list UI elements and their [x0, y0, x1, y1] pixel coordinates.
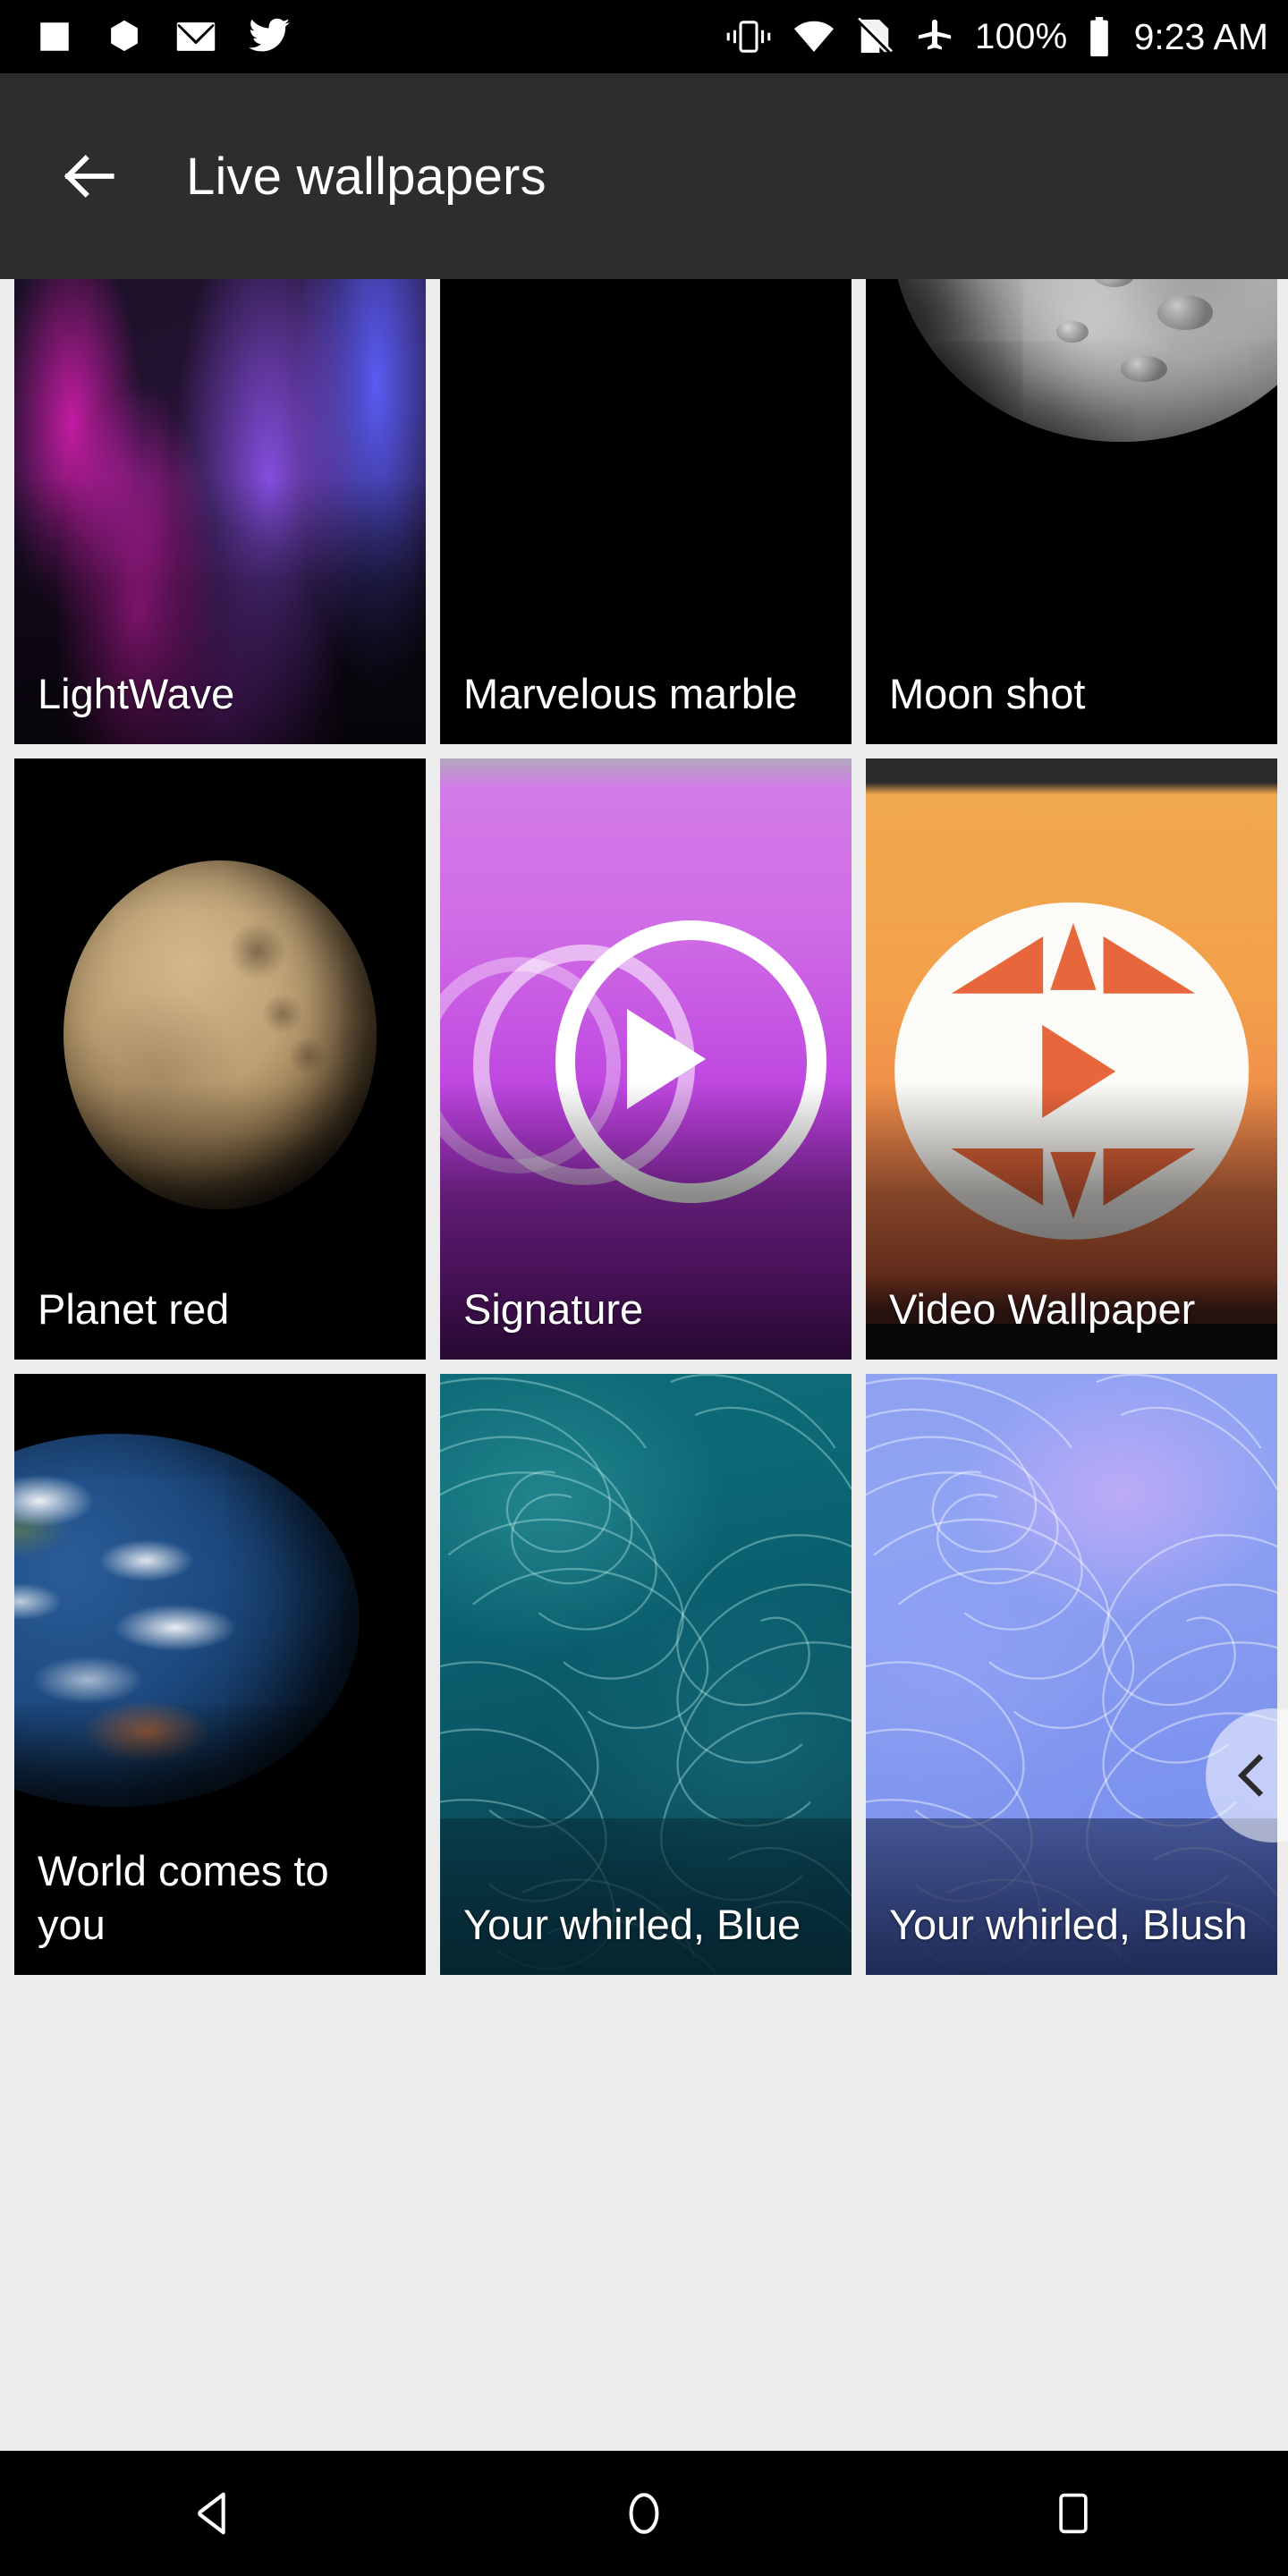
wallpaper-label: LightWave	[38, 669, 235, 717]
page-title: Live wallpapers	[186, 147, 547, 206]
wallpaper-label: Planet red	[38, 1284, 230, 1333]
photo-icon	[40, 22, 69, 51]
twitter-icon	[249, 18, 290, 52]
wallpaper-tile[interactable]: Your whirled, Blue	[440, 1374, 852, 1975]
wallpaper-label: World comes to you	[38, 1846, 329, 1948]
recents-square-icon	[1059, 2493, 1088, 2534]
grid-row: Planet red Signature Video Wallpaper	[0, 758, 1288, 1360]
wallpaper-tile[interactable]: Your whirled, Blush	[866, 1374, 1277, 1975]
wallpaper-tile[interactable]: Moon shot	[866, 279, 1277, 744]
wallpaper-tile[interactable]: LightWave	[14, 279, 426, 744]
app-toolbar: Live wallpapers	[0, 73, 1288, 279]
battery-icon	[1089, 17, 1108, 56]
nav-recents-button[interactable]	[1006, 2451, 1140, 2576]
wallpaper-tile[interactable]: Planet red	[14, 758, 426, 1360]
home-circle-icon	[629, 2493, 659, 2534]
wallpaper-label: Video Wallpaper	[889, 1284, 1196, 1333]
wallpaper-label: Moon shot	[889, 669, 1086, 717]
grid-row: LightWave Marvelous marble Moon shot	[0, 279, 1288, 744]
wallpaper-label: Your whirled, Blue	[463, 1900, 801, 1948]
system-status-icons: 100% 9:23 AM	[724, 17, 1268, 56]
navigation-bar	[0, 2451, 1288, 2576]
wallpaper-tile[interactable]: Video Wallpaper	[866, 758, 1277, 1360]
nav-home-button[interactable]	[577, 2451, 711, 2576]
wallpaper-label: Your whirled, Blush	[889, 1900, 1248, 1948]
hexagon-icon	[111, 20, 138, 52]
nav-back-button[interactable]	[148, 2451, 282, 2576]
battery-percent-label: 100%	[975, 17, 1068, 56]
wallpaper-grid[interactable]: LightWave Marvelous marble Moon shot Pla…	[0, 279, 1288, 2451]
vibrate-icon	[726, 21, 771, 53]
wallpaper-tile[interactable]: World comes to you	[14, 1374, 426, 1975]
wallpaper-thumbnail	[440, 1374, 852, 1975]
wallpaper-tile[interactable]: Marvelous marble	[440, 279, 852, 744]
status-bar: 100% 9:23 AM	[0, 0, 1288, 73]
wallpaper-label: Signature	[463, 1284, 644, 1333]
wallpaper-thumbnail	[14, 758, 426, 1360]
wallpaper-tile[interactable]: Signature	[440, 758, 852, 1360]
no-sim-icon	[857, 18, 894, 55]
back-triangle-icon	[198, 2492, 225, 2535]
wallpaper-thumbnail	[866, 1374, 1277, 1975]
airplane-mode-icon	[918, 19, 952, 50]
wallpaper-label: Marvelous marble	[463, 669, 798, 717]
arrow-back-icon	[64, 155, 114, 198]
wallpaper-thumbnail	[440, 758, 852, 1360]
back-button[interactable]	[36, 123, 143, 230]
wifi-icon	[794, 21, 835, 52]
clock-label: 9:23 AM	[1133, 15, 1268, 57]
wallpaper-thumbnail	[866, 758, 1277, 1360]
email-icon	[176, 22, 216, 51]
grid-row: World comes to you Your whirled, Blue Yo…	[0, 1374, 1288, 1975]
notification-icons	[36, 18, 290, 55]
